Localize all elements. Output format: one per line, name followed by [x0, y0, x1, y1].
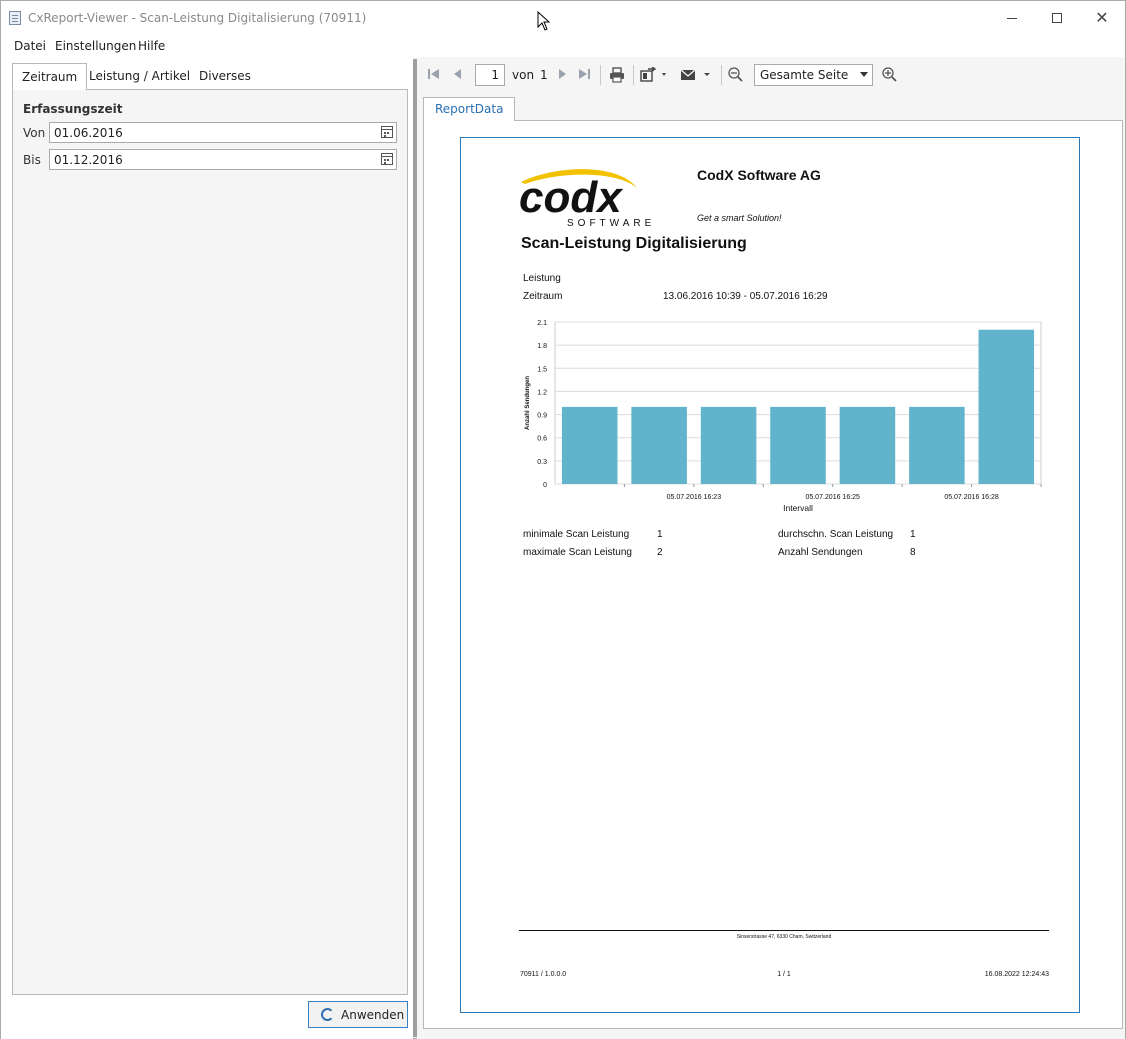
tab-zeitraum[interactable]: Zeitraum: [12, 63, 88, 90]
von-date-input[interactable]: 01.06.2016: [49, 122, 397, 143]
mail-icon[interactable]: [680, 67, 714, 83]
zoom-select[interactable]: Gesamte Seite: [754, 64, 873, 86]
von-label: Von: [23, 126, 46, 140]
tab-diverses[interactable]: Diverses: [190, 63, 260, 90]
min-scan-label: minimale Scan Leistung: [523, 529, 630, 540]
zoom-in-icon[interactable]: [882, 67, 898, 83]
chart-y-tick-label: 1.8: [537, 343, 547, 350]
report-page: codx SOFTWARE CodX Software AG Get a sma…: [460, 137, 1080, 1013]
calendar-icon[interactable]: [381, 126, 393, 138]
footer-address: Sinserstrasse 47, 6330 Cham, Switzerland: [736, 934, 832, 940]
menu-bar: Datei Einstellungen Hilfe: [1, 35, 1125, 57]
viewer-toolbar: 1 von 1 Gesamte Seite: [417, 57, 1125, 93]
page-of-label: von: [512, 68, 535, 82]
refresh-icon: [321, 1008, 334, 1021]
avg-scan-label: durchschn. Scan Leistung: [778, 529, 894, 540]
chart-y-tick-label: 1.5: [537, 366, 547, 373]
count-value: 8: [910, 547, 916, 558]
menu-hilfe[interactable]: Hilfe: [138, 39, 165, 53]
window-title: CxReport-Viewer - Scan-Leistung Digitali…: [28, 11, 367, 25]
chart-bar: [770, 406, 826, 484]
toolbar-separator: [633, 65, 634, 85]
zoom-out-icon[interactable]: [728, 67, 744, 83]
chart-y-tick-label: 0: [543, 482, 547, 489]
title-bar: CxReport-Viewer - Scan-Leistung Digitali…: [1, 1, 1125, 35]
chart-bar: [839, 406, 896, 484]
max-scan-value: 2: [657, 547, 663, 558]
section-title-erfassungszeit: Erfassungszeit: [23, 102, 123, 116]
footer-timestamp: 16.08.2022 12:24:43: [984, 971, 1049, 978]
chart-bar: [561, 406, 618, 484]
chart-bar: [978, 329, 1035, 484]
mouse-cursor-icon: [537, 11, 551, 31]
report-title: Scan-Leistung Digitalisierung: [521, 235, 747, 252]
von-date-value: 01.06.2016: [54, 126, 123, 140]
chart-x-tick-label: 05.07.2016 16:28: [944, 494, 999, 501]
count-label: Anzahl Sendungen: [778, 547, 863, 558]
previous-page-icon[interactable]: [451, 67, 465, 81]
chart-y-tick-label: 0.6: [537, 436, 547, 443]
document-area: codx SOFTWARE CodX Software AG Get a sma…: [423, 120, 1123, 1029]
anwenden-button[interactable]: Anwenden: [308, 1001, 408, 1028]
footer-divider: [519, 930, 1049, 931]
report-viewer-panel: 1 von 1 Gesamte Seite ReportData codx SO…: [417, 57, 1125, 1039]
chart-x-axis-label: Intervall: [783, 503, 813, 513]
zeitraum-label: Zeitraum: [523, 291, 563, 302]
maximize-button[interactable]: [1034, 1, 1080, 35]
scan-chart: 0 0.3 0.6 0.9 1.2 1.5 1.8 2.1 05.07.2016 16:23 05…: [525, 320, 1042, 513]
first-page-icon[interactable]: [427, 67, 441, 81]
leistung-label: Leistung: [523, 273, 561, 284]
chart-y-tick-label: 0.9: [537, 413, 547, 420]
app-window: CxReport-Viewer - Scan-Leistung Digitali…: [0, 0, 1126, 1039]
logo-subtext: SOFTWARE: [567, 218, 655, 228]
tab-label: Diverses: [199, 69, 251, 83]
calendar-icon[interactable]: [381, 153, 393, 165]
close-icon: ✕: [1095, 8, 1109, 27]
tab-reportdata[interactable]: ReportData: [423, 97, 516, 121]
menu-datei[interactable]: Datei: [14, 39, 46, 53]
chart-y-tick-label: 0.3: [537, 459, 547, 466]
bis-label: Bis: [23, 153, 41, 167]
avg-scan-value: 1: [910, 529, 916, 540]
chart-y-tick-label: 2.1: [537, 320, 547, 327]
page-number-input[interactable]: 1: [475, 64, 505, 86]
filter-panel: Zeitraum Leistung / Artikel Diverses Erf…: [1, 57, 413, 1039]
zoom-select-value: Gesamte Seite: [760, 68, 849, 82]
zeitraum-value: 13.06.2016 10:39 - 05.07.2016 16:29: [663, 291, 828, 302]
maximize-icon: [1052, 13, 1062, 23]
toolbar-separator: [721, 65, 722, 85]
zeitraum-tab-content: Erfassungszeit Von 01.06.2016 Bis 01.12.…: [12, 89, 408, 995]
close-button[interactable]: ✕: [1079, 1, 1125, 35]
minimize-button[interactable]: [989, 1, 1035, 35]
bis-date-input[interactable]: 01.12.2016: [49, 149, 397, 170]
export-icon[interactable]: [640, 67, 670, 83]
chart-bar: [909, 406, 965, 484]
company-name: CodX Software AG: [697, 167, 821, 183]
tab-leistung-artikel[interactable]: Leistung / Artikel: [80, 63, 199, 90]
chart-y-tick-label: 1.2: [537, 389, 547, 396]
print-icon[interactable]: [609, 67, 625, 83]
minimize-icon: [1007, 17, 1017, 19]
bis-date-value: 01.12.2016: [54, 153, 123, 167]
last-page-icon[interactable]: [577, 67, 591, 81]
codx-logo: codx SOFTWARE: [519, 169, 655, 228]
chart-bar: [631, 406, 687, 484]
max-scan-label: maximale Scan Leistung: [523, 547, 632, 558]
chart-bar: [700, 406, 757, 484]
app-icon: [9, 11, 21, 25]
chart-x-tick-label: 05.07.2016 16:25: [805, 494, 860, 501]
chart-y-axis-label: Anzahl Sendungen: [525, 376, 531, 430]
toolbar-separator: [600, 65, 601, 85]
menu-einstellungen[interactable]: Einstellungen: [55, 39, 136, 53]
chart-x-tick-label: 05.07.2016 16:23: [667, 494, 722, 501]
logo-text: codx: [519, 173, 623, 222]
next-page-icon[interactable]: [555, 67, 569, 81]
tab-label: Leistung / Artikel: [89, 69, 191, 83]
anwenden-label: Anwenden: [341, 1008, 405, 1022]
tab-label: Zeitraum: [22, 70, 78, 84]
min-scan-value: 1: [657, 529, 663, 540]
company-slogan: Get a smart Solution!: [697, 213, 782, 223]
page-total: 1: [540, 68, 548, 82]
chevron-down-icon: [860, 72, 868, 77]
